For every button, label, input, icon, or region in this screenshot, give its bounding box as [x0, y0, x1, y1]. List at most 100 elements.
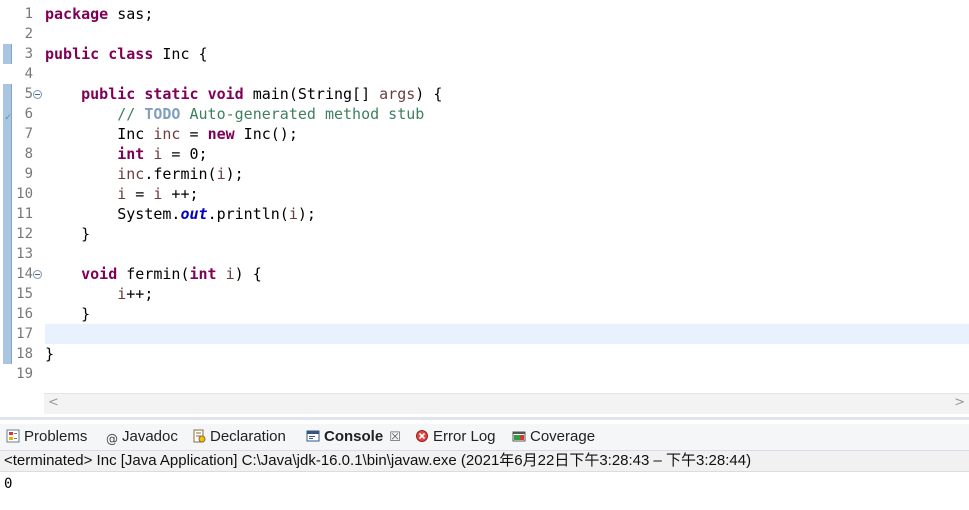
- code-line[interactable]: 9 inc.fermin(i);: [0, 164, 969, 184]
- tab-label: Coverage: [530, 428, 596, 445]
- collapse-fold-icon[interactable]: [33, 270, 42, 279]
- code-text[interactable]: int i = 0;: [45, 144, 969, 164]
- code-text[interactable]: public static void main(String[] args) {: [45, 84, 969, 104]
- collapse-fold-icon[interactable]: [33, 90, 42, 99]
- tab-declaration[interactable]: Declaration: [192, 424, 286, 450]
- error-log-icon: [416, 430, 428, 442]
- code-token: args: [379, 85, 416, 103]
- line-number: 16: [16, 306, 33, 322]
- code-text[interactable]: [45, 324, 969, 344]
- horizontal-scrollbar[interactable]: < >: [44, 393, 969, 414]
- code-line[interactable]: 8 int i = 0;: [0, 144, 969, 164]
- line-number: 14: [16, 266, 33, 282]
- code-token: int: [189, 265, 217, 283]
- close-icon[interactable]: ☒: [389, 429, 401, 444]
- code-token: i: [225, 265, 235, 283]
- code-line[interactable]: 14 void fermin(int i) {: [0, 264, 969, 284]
- code-token: public: [45, 45, 100, 63]
- code-token: inc: [153, 125, 181, 143]
- code-line[interactable]: 3 public class Inc {: [0, 44, 969, 64]
- javadoc-icon: @: [106, 432, 118, 446]
- tab-label: Console: [324, 428, 384, 445]
- tab-problems[interactable]: Problems: [6, 424, 87, 450]
- code-text[interactable]: System.out.println(i);: [45, 204, 969, 224]
- line-number: 10: [16, 186, 33, 202]
- code-token: ++;: [162, 185, 199, 203]
- code-line[interactable]: 17: [0, 324, 969, 344]
- line-number: 5: [24, 86, 33, 102]
- code-line[interactable]: 12 }: [0, 224, 969, 244]
- code-editor[interactable]: 1 package sas; 2 3 public class Inc {4 5 publ…: [0, 0, 969, 417]
- code-line[interactable]: 18}: [0, 344, 969, 364]
- code-token: .println(: [207, 205, 289, 223]
- code-line[interactable]: 1 package sas;: [0, 4, 969, 24]
- code-token: sas;: [108, 5, 154, 23]
- console-output[interactable]: 0: [4, 474, 12, 494]
- tab-label: Javadoc: [122, 428, 178, 445]
- code-line[interactable]: 6 ✓ // TODO Auto-generated method stub: [0, 104, 969, 124]
- code-line[interactable]: 11 System.out.println(i);: [0, 204, 969, 224]
- scroll-right-icon[interactable]: >: [954, 395, 965, 410]
- code-text[interactable]: }: [45, 224, 969, 244]
- code-token: Inc();: [234, 125, 298, 143]
- tab-error-log[interactable]: Error Log: [415, 424, 496, 450]
- code-line[interactable]: 5 public static void main(String[] args)…: [0, 84, 969, 104]
- code-token: void: [207, 85, 244, 103]
- code-token: void: [81, 265, 118, 283]
- code-token: Auto-generated method stub: [180, 105, 425, 123]
- code-line[interactable]: 16 }: [0, 304, 969, 324]
- code-token: fermin(: [117, 265, 190, 283]
- scroll-left-icon[interactable]: <: [48, 395, 59, 410]
- code-line[interactable]: 15 i++;: [0, 284, 969, 304]
- code-text[interactable]: [45, 364, 969, 384]
- line-number: 17: [16, 326, 33, 342]
- code-token: inc: [117, 165, 145, 183]
- code-token: =: [180, 125, 208, 143]
- line-number: 13: [16, 246, 33, 262]
- code-line[interactable]: 7 Inc inc = new Inc();: [0, 124, 969, 144]
- code-text[interactable]: }: [45, 304, 969, 324]
- code-text[interactable]: [45, 24, 969, 44]
- code-line[interactable]: 4: [0, 64, 969, 84]
- code-token: package: [45, 5, 109, 23]
- code-text[interactable]: // TODO Auto-generated method stub: [45, 104, 969, 124]
- view-tabs: Problems @ Javadoc Declaration Console ☒ E…: [0, 424, 969, 450]
- coverage-icon: [512, 431, 526, 442]
- code-line[interactable]: 13: [0, 244, 969, 264]
- console-status-line: <terminated> Inc [Java Application] C:\J…: [0, 450, 969, 472]
- code-line[interactable]: 19: [0, 364, 969, 384]
- code-token: class: [108, 45, 154, 63]
- code-text[interactable]: [45, 244, 969, 264]
- code-line[interactable]: 10 i = i ++;: [0, 184, 969, 204]
- tab-console[interactable]: Console ☒: [306, 424, 401, 450]
- code-token: Inc {: [153, 45, 208, 63]
- code-text[interactable]: i = i ++;: [45, 184, 969, 204]
- code-text[interactable]: }: [45, 344, 969, 364]
- tab-coverage[interactable]: Coverage: [512, 424, 595, 450]
- code-token: int: [117, 145, 145, 163]
- code-token: System.: [45, 205, 181, 223]
- tab-javadoc[interactable]: @ Javadoc: [106, 424, 178, 450]
- code-text[interactable]: package sas;: [45, 4, 969, 24]
- code-token: ) {: [234, 265, 262, 283]
- code-text[interactable]: [45, 64, 969, 84]
- code-text[interactable]: i++;: [45, 284, 969, 304]
- code-line[interactable]: 2: [0, 24, 969, 44]
- tab-label: Declaration: [210, 428, 286, 445]
- code-text[interactable]: void fermin(int i) {: [45, 264, 969, 284]
- tab-label: Problems: [24, 428, 88, 445]
- code-lines[interactable]: 1 package sas; 2 3 public class Inc {4 5 publ…: [0, 4, 969, 384]
- code-text[interactable]: inc.fermin(i);: [45, 164, 969, 184]
- code-token: //: [117, 105, 145, 123]
- tab-label: Error Log: [433, 428, 496, 445]
- code-text[interactable]: public class Inc {: [45, 44, 969, 64]
- code-token: .fermin(: [144, 165, 217, 183]
- code-text[interactable]: Inc inc = new Inc();: [45, 124, 969, 144]
- code-token: }: [45, 345, 55, 363]
- code-token: static: [144, 85, 199, 103]
